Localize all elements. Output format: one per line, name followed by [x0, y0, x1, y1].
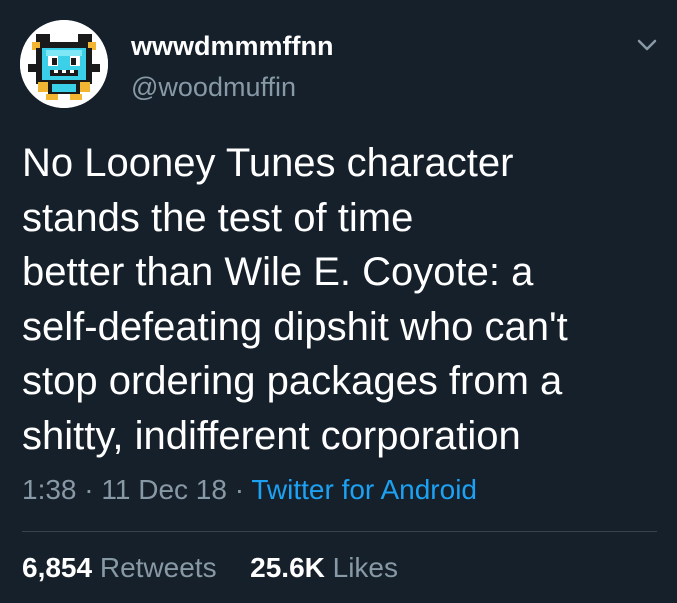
tweet-card: wwwdmmmffnn @woodmuffin No Looney Tunes …	[0, 0, 677, 603]
tweet-time[interactable]: 1:38	[22, 474, 77, 505]
tweet-stats: 6,854 Retweets 25.6K Likes	[22, 549, 398, 587]
meta-separator: ·	[84, 474, 94, 505]
divider	[22, 531, 657, 532]
retweets-label: Retweets	[99, 552, 217, 583]
tweet-text-line: stop ordering packages from a	[22, 359, 563, 403]
likes-stat[interactable]: 25.6K Likes	[242, 552, 398, 583]
avatar[interactable]	[20, 20, 108, 108]
chevron-down-icon[interactable]	[632, 30, 662, 60]
likes-count: 25.6K	[250, 552, 325, 583]
retweets-stat[interactable]: 6,854 Retweets	[22, 552, 224, 583]
tweet-text-line: better than Wile E. Coyote: a	[22, 250, 534, 294]
display-name[interactable]: wwwdmmmffnn	[131, 29, 334, 63]
tweet-date[interactable]: 11 Dec 18	[101, 474, 227, 505]
tweet-text-line: self-defeating dipshit who can't	[22, 304, 568, 349]
tweet-text-line: stands the test of time	[22, 195, 414, 240]
tweet-source-link[interactable]: Twitter for Android	[251, 474, 477, 505]
tweet-text: No Looney Tunes character stands the tes…	[22, 136, 662, 463]
tweet-meta: 1:38 · 11 Dec 18 · Twitter for Android	[22, 472, 477, 508]
likes-label: Likes	[332, 552, 399, 583]
tweet-text-line: No Looney Tunes character	[22, 141, 514, 185]
user-handle[interactable]: @woodmuffin	[131, 70, 296, 104]
tweet-text-line: shitty, indifferent corporation	[22, 413, 521, 458]
pixel-character-avatar-image	[20, 20, 108, 108]
retweets-count: 6,854	[22, 552, 93, 583]
meta-separator: ·	[234, 474, 245, 505]
